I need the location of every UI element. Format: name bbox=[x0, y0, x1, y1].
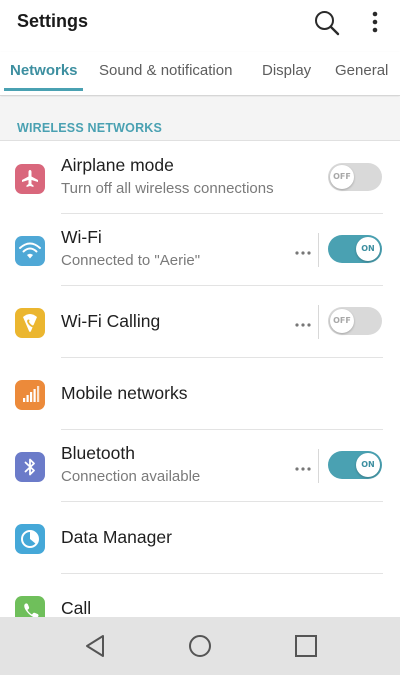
search-icon[interactable] bbox=[312, 8, 342, 38]
vertical-separator bbox=[318, 305, 319, 339]
tab-general[interactable]: General bbox=[335, 62, 388, 79]
bluetooth-toggle[interactable]: ON bbox=[328, 451, 382, 479]
wifi-calling-toggle[interactable]: OFF bbox=[328, 307, 382, 335]
airplane-mode-toggle[interactable]: OFF bbox=[328, 163, 382, 191]
airplane-icon bbox=[15, 164, 45, 194]
vertical-separator bbox=[318, 449, 319, 483]
section-header: WIRELESS NETWORKS bbox=[17, 121, 163, 135]
section-header-band: WIRELESS NETWORKS bbox=[0, 97, 400, 141]
list-item-bluetooth[interactable]: Bluetooth Connection available ON bbox=[0, 430, 400, 502]
item-title: Call bbox=[61, 598, 92, 617]
tab-display[interactable]: Display bbox=[262, 62, 311, 79]
page-title: Settings bbox=[17, 11, 89, 31]
item-title: Wi-Fi Calling bbox=[61, 311, 161, 331]
list-item-data-manager[interactable]: Data Manager bbox=[0, 502, 400, 574]
item-subtitle: Connected to "Aerie" bbox=[61, 252, 201, 269]
more-horiz-icon[interactable] bbox=[294, 317, 312, 327]
recents-square-icon[interactable] bbox=[292, 632, 320, 660]
toggle-knob: ON bbox=[356, 453, 380, 477]
list-item-mobile-networks[interactable]: Mobile networks bbox=[0, 358, 400, 430]
list-item-airplane-mode[interactable]: Airplane mode Turn off all wireless conn… bbox=[0, 142, 400, 214]
phone-icon bbox=[15, 596, 45, 617]
app-bar: Settings bbox=[0, 0, 400, 44]
wifi-calling-icon bbox=[15, 308, 45, 338]
toggle-knob: ON bbox=[356, 237, 380, 261]
settings-list[interactable]: WIRELESS NETWORKS Airplane mode Turn off… bbox=[0, 97, 400, 617]
back-triangle-icon[interactable] bbox=[82, 632, 110, 660]
active-tab-indicator bbox=[4, 88, 83, 91]
signal-icon bbox=[15, 380, 45, 410]
tab-networks[interactable]: Networks bbox=[10, 62, 78, 79]
item-title: Bluetooth bbox=[61, 443, 135, 463]
item-subtitle: Connection available bbox=[61, 468, 201, 485]
toggle-knob: OFF bbox=[330, 165, 354, 189]
item-subtitle: Turn off all wireless connections bbox=[61, 180, 274, 197]
wifi-icon bbox=[15, 236, 45, 266]
item-title: Mobile networks bbox=[61, 383, 188, 403]
more-horiz-icon[interactable] bbox=[294, 461, 312, 471]
system-nav-bar bbox=[0, 617, 400, 675]
item-title: Wi-Fi bbox=[61, 227, 102, 247]
more-horiz-icon[interactable] bbox=[294, 245, 312, 255]
list-item-wifi[interactable]: Wi-Fi Connected to "Aerie" ON bbox=[0, 214, 400, 286]
vertical-separator bbox=[318, 233, 319, 267]
bluetooth-icon bbox=[15, 452, 45, 482]
tab-sound-notification[interactable]: Sound & notification bbox=[99, 62, 232, 79]
wifi-toggle[interactable]: ON bbox=[328, 235, 382, 263]
data-manager-icon bbox=[15, 524, 45, 554]
list-item-call[interactable]: Call bbox=[0, 574, 400, 617]
home-circle-icon[interactable] bbox=[186, 632, 214, 660]
item-title: Airplane mode bbox=[61, 155, 174, 175]
list-item-wifi-calling[interactable]: Wi-Fi Calling OFF bbox=[0, 286, 400, 358]
toggle-knob: OFF bbox=[330, 309, 354, 333]
tab-bar: Networks Sound & notification Display Ge… bbox=[0, 52, 400, 96]
more-vert-icon[interactable] bbox=[363, 8, 387, 38]
item-title: Data Manager bbox=[61, 527, 172, 547]
